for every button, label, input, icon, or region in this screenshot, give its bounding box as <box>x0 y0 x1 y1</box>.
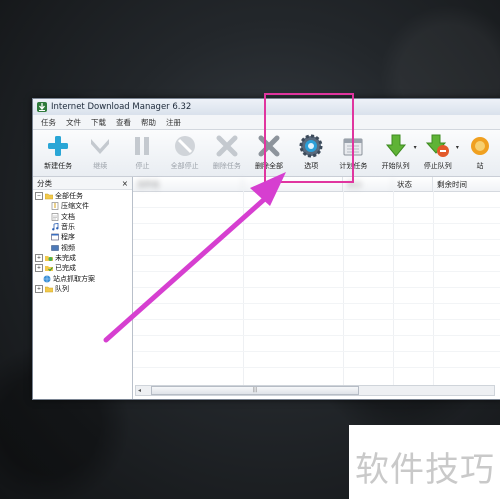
delete-icon <box>216 135 238 157</box>
grabber-icon <box>470 137 489 155</box>
watermark: 软件技巧 <box>349 425 500 499</box>
tree-item-unfinished[interactable]: + 未完成 <box>35 253 132 263</box>
tree-item-queues[interactable]: + 队列 <box>35 284 132 294</box>
tree-label: 队列 <box>55 284 69 293</box>
stop-all-button[interactable]: 全部停止 <box>164 130 206 176</box>
row-divider <box>133 335 500 336</box>
resume-button[interactable]: 继续 <box>79 130 121 176</box>
row-divider <box>133 319 500 320</box>
column-divider <box>433 191 434 385</box>
stop-all-label: 全部停止 <box>170 162 199 170</box>
scroll-left-arrow-icon[interactable]: ◂ <box>136 387 141 394</box>
tree-item-documents[interactable]: 文档 <box>35 212 132 222</box>
tree-label: 已完成 <box>55 264 76 273</box>
column-file-name[interactable]: 文件名 <box>133 177 243 191</box>
scrollbar-thumb[interactable]: ||| <box>151 386 360 395</box>
start-queue-label: 开始队列 <box>381 162 410 170</box>
new-task-label: 新建任务 <box>44 162 73 170</box>
tree-item-finished[interactable]: + 已完成 <box>35 263 132 273</box>
music-icon <box>52 223 59 231</box>
annotation-highlight-box <box>264 93 354 183</box>
row-divider <box>133 271 500 272</box>
site-grabber-icon <box>43 275 51 283</box>
menu-download[interactable]: 下载 <box>91 117 106 128</box>
tree-item-music[interactable]: 音乐 <box>35 222 132 232</box>
expand-icon[interactable]: + <box>35 253 43 262</box>
plus-icon <box>48 136 69 156</box>
tree-label: 程序 <box>61 233 75 242</box>
column-divider <box>343 191 344 385</box>
tree-label: 站点抓取方案 <box>53 274 95 283</box>
menu-task[interactable]: 任务 <box>41 117 56 128</box>
categories-header: 分类 × <box>33 177 132 190</box>
row-divider <box>133 255 500 256</box>
pause-icon <box>135 137 150 155</box>
expand-icon[interactable]: + <box>35 264 43 273</box>
menu-register[interactable]: 注册 <box>166 117 181 128</box>
idm-app-icon <box>37 102 47 112</box>
tree-item-video[interactable]: 视频 <box>35 242 132 252</box>
row-divider <box>133 287 500 288</box>
categories-title: 分类 <box>37 178 52 188</box>
tree-item-compressed[interactable]: 压缩文件 <box>35 201 132 211</box>
start-queue-icon <box>385 134 406 157</box>
expand-icon[interactable]: + <box>35 284 43 293</box>
horizontal-scrollbar[interactable]: ◂ ||| <box>135 385 495 396</box>
resume-icon <box>91 139 110 154</box>
column-divider <box>393 191 394 385</box>
queue-folder-icon <box>45 286 53 293</box>
row-divider <box>133 367 500 368</box>
close-icon[interactable]: × <box>122 179 128 188</box>
row-divider <box>133 223 500 224</box>
program-icon <box>51 234 59 241</box>
row-divider <box>133 351 500 352</box>
unfinished-folder-icon <box>45 255 53 261</box>
tree-item-site-grabber[interactable]: 站点抓取方案 <box>35 273 132 283</box>
tree-label: 未完成 <box>55 253 76 262</box>
category-tree: − 全部任务 压缩文件 文档 音乐 程序 视频 + 未完成 + 已完成 站点抓取… <box>33 190 132 294</box>
main-area: 分类 × − 全部任务 压缩文件 文档 音乐 程序 视频 + 未完成 + 已完成… <box>33 177 500 399</box>
row-divider <box>133 303 500 304</box>
tree-label: 压缩文件 <box>61 202 89 211</box>
pause-button[interactable]: 停止 <box>121 130 163 176</box>
document-icon <box>51 212 59 221</box>
tree-label: 全部任务 <box>55 192 83 201</box>
tree-item-programs[interactable]: 程序 <box>35 232 132 242</box>
site-grabber-label: 站 <box>476 162 484 170</box>
start-queue-button[interactable]: 开始队列 ▾ <box>375 130 417 176</box>
video-icon <box>51 244 59 251</box>
menu-view[interactable]: 查看 <box>116 117 131 128</box>
tree-label: 文档 <box>61 212 75 221</box>
categories-panel: 分类 × − 全部任务 压缩文件 文档 音乐 程序 视频 + 未完成 + 已完成… <box>33 177 133 399</box>
row-divider <box>133 207 500 208</box>
tree-label: 音乐 <box>61 223 75 232</box>
menu-file[interactable]: 文件 <box>66 117 81 128</box>
row-divider <box>133 239 500 240</box>
pause-label: 停止 <box>135 162 150 170</box>
stop-queue-label: 停止队列 <box>423 162 452 170</box>
column-time-left[interactable]: 剩余时间 <box>433 177 500 191</box>
delete-task-label: 删除任务 <box>212 162 241 170</box>
folder-open-icon <box>45 193 53 200</box>
site-grabber-button[interactable]: 站 <box>459 130 500 176</box>
tree-label: 视频 <box>61 243 75 252</box>
stop-queue-icon <box>425 134 449 157</box>
finished-folder-icon <box>45 266 53 272</box>
column-status[interactable]: 状态 <box>393 177 433 191</box>
menu-help[interactable]: 帮助 <box>141 117 156 128</box>
stop-all-icon <box>174 136 195 156</box>
download-list: 文件名 大小 状态 剩余时间 ◂ ||| <box>133 177 500 399</box>
delete-task-button[interactable]: 删除任务 <box>206 130 248 176</box>
resume-label: 继续 <box>93 162 108 170</box>
tree-item-all-tasks[interactable]: − 全部任务 <box>35 191 132 201</box>
new-task-button[interactable]: 新建任务 <box>37 130 79 176</box>
window-title: Internet Download Manager 6.32 <box>51 102 192 112</box>
zip-file-icon <box>51 202 59 211</box>
column-divider <box>243 191 244 385</box>
watermark-text: 软件技巧 <box>355 450 495 490</box>
stop-queue-button[interactable]: 停止队列 ▾ <box>417 130 459 176</box>
collapse-icon[interactable]: − <box>35 192 43 201</box>
